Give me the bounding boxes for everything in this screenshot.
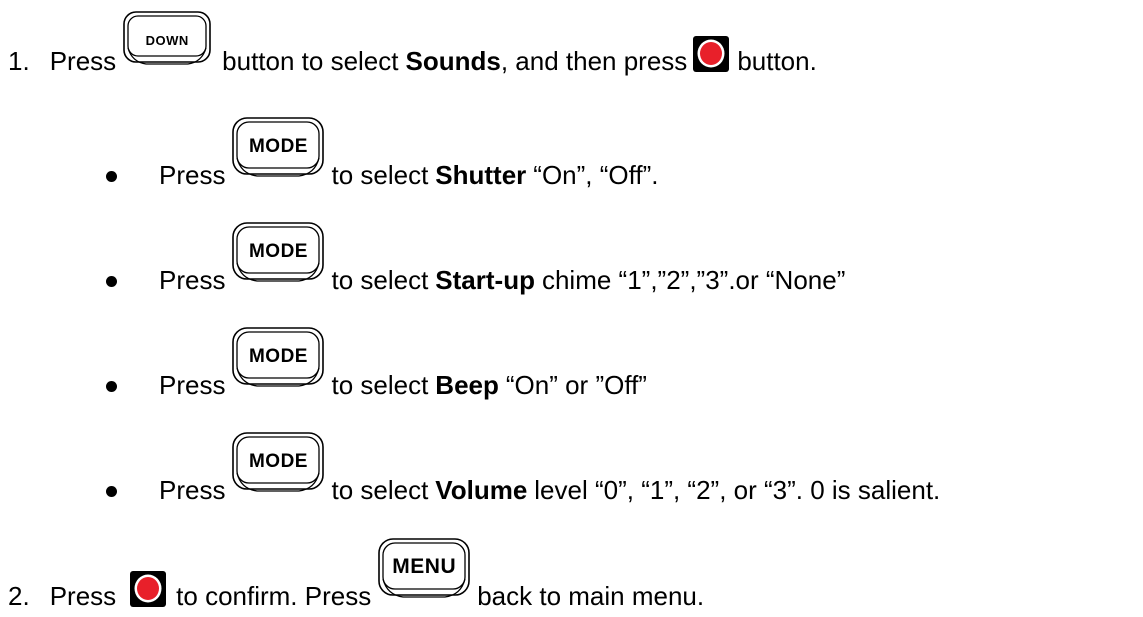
bullet-dot bbox=[106, 171, 117, 182]
menu-button-label: MENU bbox=[392, 555, 457, 578]
step-2-text-b: back to main menu. bbox=[477, 581, 705, 611]
press-text: Press bbox=[159, 475, 226, 505]
bullet-post: “On” or ”Off” bbox=[505, 370, 647, 400]
step-1: 1. Press DOWN button to select Sounds , … bbox=[8, 0, 817, 78]
step-1-text-a: button to select bbox=[222, 46, 399, 76]
menu-button-icon: MENU bbox=[377, 533, 471, 617]
mode-button-icon: MODE bbox=[231, 112, 325, 196]
down-button-label: DOWN bbox=[145, 33, 189, 48]
bullet-pre: to select bbox=[331, 160, 429, 190]
press-text: Press bbox=[49, 46, 117, 76]
mode-button-label: MODE bbox=[248, 241, 308, 262]
press-text: Press bbox=[49, 581, 117, 611]
bullet-startup: Press MODE to select Start-up chime “1”,… bbox=[106, 207, 846, 297]
bullet-setting: Start-up bbox=[435, 265, 535, 295]
press-text: Press bbox=[159, 160, 226, 190]
step-number: 1. bbox=[8, 46, 30, 76]
step-number: 2. bbox=[8, 581, 30, 611]
bullet-shutter: Press MODE to select Shutter “On”, “Off”… bbox=[106, 102, 659, 192]
bullet-post: “On”, “Off”. bbox=[533, 160, 659, 190]
ok-button-icon bbox=[693, 36, 730, 72]
mode-button-label: MODE bbox=[248, 346, 308, 367]
bullet-pre: to select bbox=[331, 265, 429, 295]
press-text: Press bbox=[159, 370, 226, 400]
step-1-text-c: button. bbox=[737, 46, 817, 76]
mode-button-icon: MODE bbox=[231, 427, 325, 511]
bullet-dot bbox=[106, 276, 117, 287]
bullet-dot bbox=[106, 381, 117, 392]
bullet-pre: to select bbox=[331, 475, 429, 505]
ok-button-icon bbox=[130, 571, 167, 607]
bullet-pre: to select bbox=[331, 370, 429, 400]
step-1-target: Sounds bbox=[405, 46, 501, 76]
bullet-setting: Volume bbox=[435, 475, 528, 505]
bullet-beep: Press MODE to select Beep “On” or ”Off” bbox=[106, 312, 647, 402]
mode-button-icon: MODE bbox=[231, 217, 325, 301]
step-1-text-b: , and then press bbox=[500, 46, 688, 76]
mode-button-icon: MODE bbox=[231, 322, 325, 406]
bullet-dot bbox=[106, 486, 117, 497]
bullet-setting: Shutter bbox=[435, 160, 527, 190]
step-2-text-a: to confirm. Press bbox=[176, 581, 372, 611]
mode-button-label: MODE bbox=[248, 136, 308, 157]
bullet-post: chime “1”,”2”,”3”.or “None” bbox=[541, 265, 846, 295]
press-text: Press bbox=[159, 265, 226, 295]
bullet-volume: Press MODE to select Volume level “0”, “… bbox=[106, 417, 941, 507]
mode-button-label: MODE bbox=[248, 451, 308, 472]
down-button-icon: DOWN bbox=[122, 8, 212, 80]
step-2: 2. Press to confirm. Press MENU back to … bbox=[8, 523, 704, 613]
bullet-post: level “0”, “1”, “2”, or “3”. 0 is salien… bbox=[534, 475, 941, 505]
bullet-setting: Beep bbox=[435, 370, 499, 400]
